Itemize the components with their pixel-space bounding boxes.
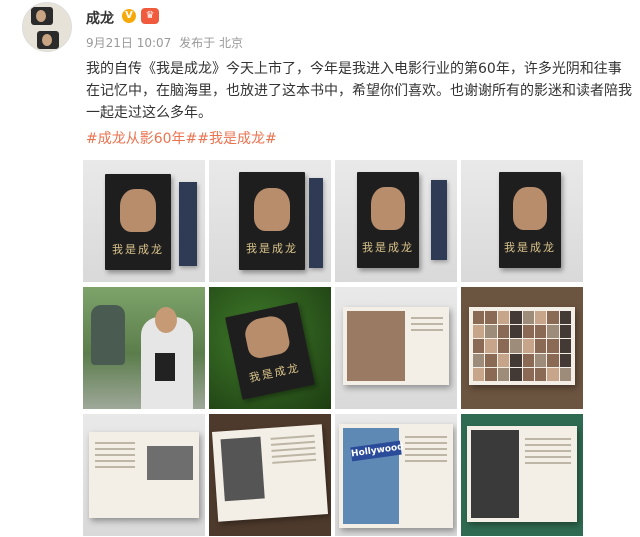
book-title-text: 我是成龙 <box>504 240 556 254</box>
post-text: 我的自传《我是成龙》今天上市了，今年是我进入电影行业的第60年，许多光阴和往事在… <box>86 61 632 121</box>
post-meta: 9月21日 10:07 发布于 北京 <box>86 34 247 51</box>
avatar[interactable] <box>22 2 72 52</box>
book-title-text: 我是成龙 <box>112 242 164 256</box>
open-book-group-photo[interactable] <box>83 414 205 536</box>
photo-grid: 我是成龙 我是成龙 我是成龙 我是成龙 我是成龙 Hollywood <box>83 160 588 536</box>
open-book-hollywood-photo[interactable]: Hollywood <box>335 414 457 536</box>
book-on-grass-photo[interactable]: 我是成龙 <box>209 287 331 409</box>
book-title-text: 我是成龙 <box>247 361 302 386</box>
avatar-photo-bottom <box>37 31 59 49</box>
open-book-portrait-photo[interactable] <box>335 287 457 409</box>
book-3d-right-photo[interactable]: 我是成龙 <box>461 160 583 282</box>
book-3d-left-photo[interactable]: 我是成龙 <box>335 160 457 282</box>
user-name[interactable]: 成龙 <box>86 8 114 28</box>
open-book-tower-photo[interactable] <box>209 414 331 536</box>
verified-icon: V <box>122 9 136 23</box>
post-timestamp[interactable]: 9月21日 10:07 <box>86 36 171 50</box>
hashtags[interactable]: #成龙从影60年##我是成龙# <box>86 128 277 148</box>
open-book-mosaic-photo[interactable] <box>461 287 583 409</box>
open-book-green-photo[interactable] <box>461 414 583 536</box>
book-title-text: 我是成龙 <box>362 240 414 254</box>
avatar-photo-top <box>31 7 53 25</box>
book-title-text: 我是成龙 <box>246 242 298 256</box>
book-cover-front-photo[interactable]: 我是成龙 <box>83 160 205 282</box>
vip-crown-icon: ♛ <box>141 8 159 24</box>
post-source: 发布于 北京 <box>179 36 243 50</box>
book-cover-front-2-photo[interactable]: 我是成龙 <box>209 160 331 282</box>
jackie-holding-book-photo[interactable] <box>83 287 205 409</box>
